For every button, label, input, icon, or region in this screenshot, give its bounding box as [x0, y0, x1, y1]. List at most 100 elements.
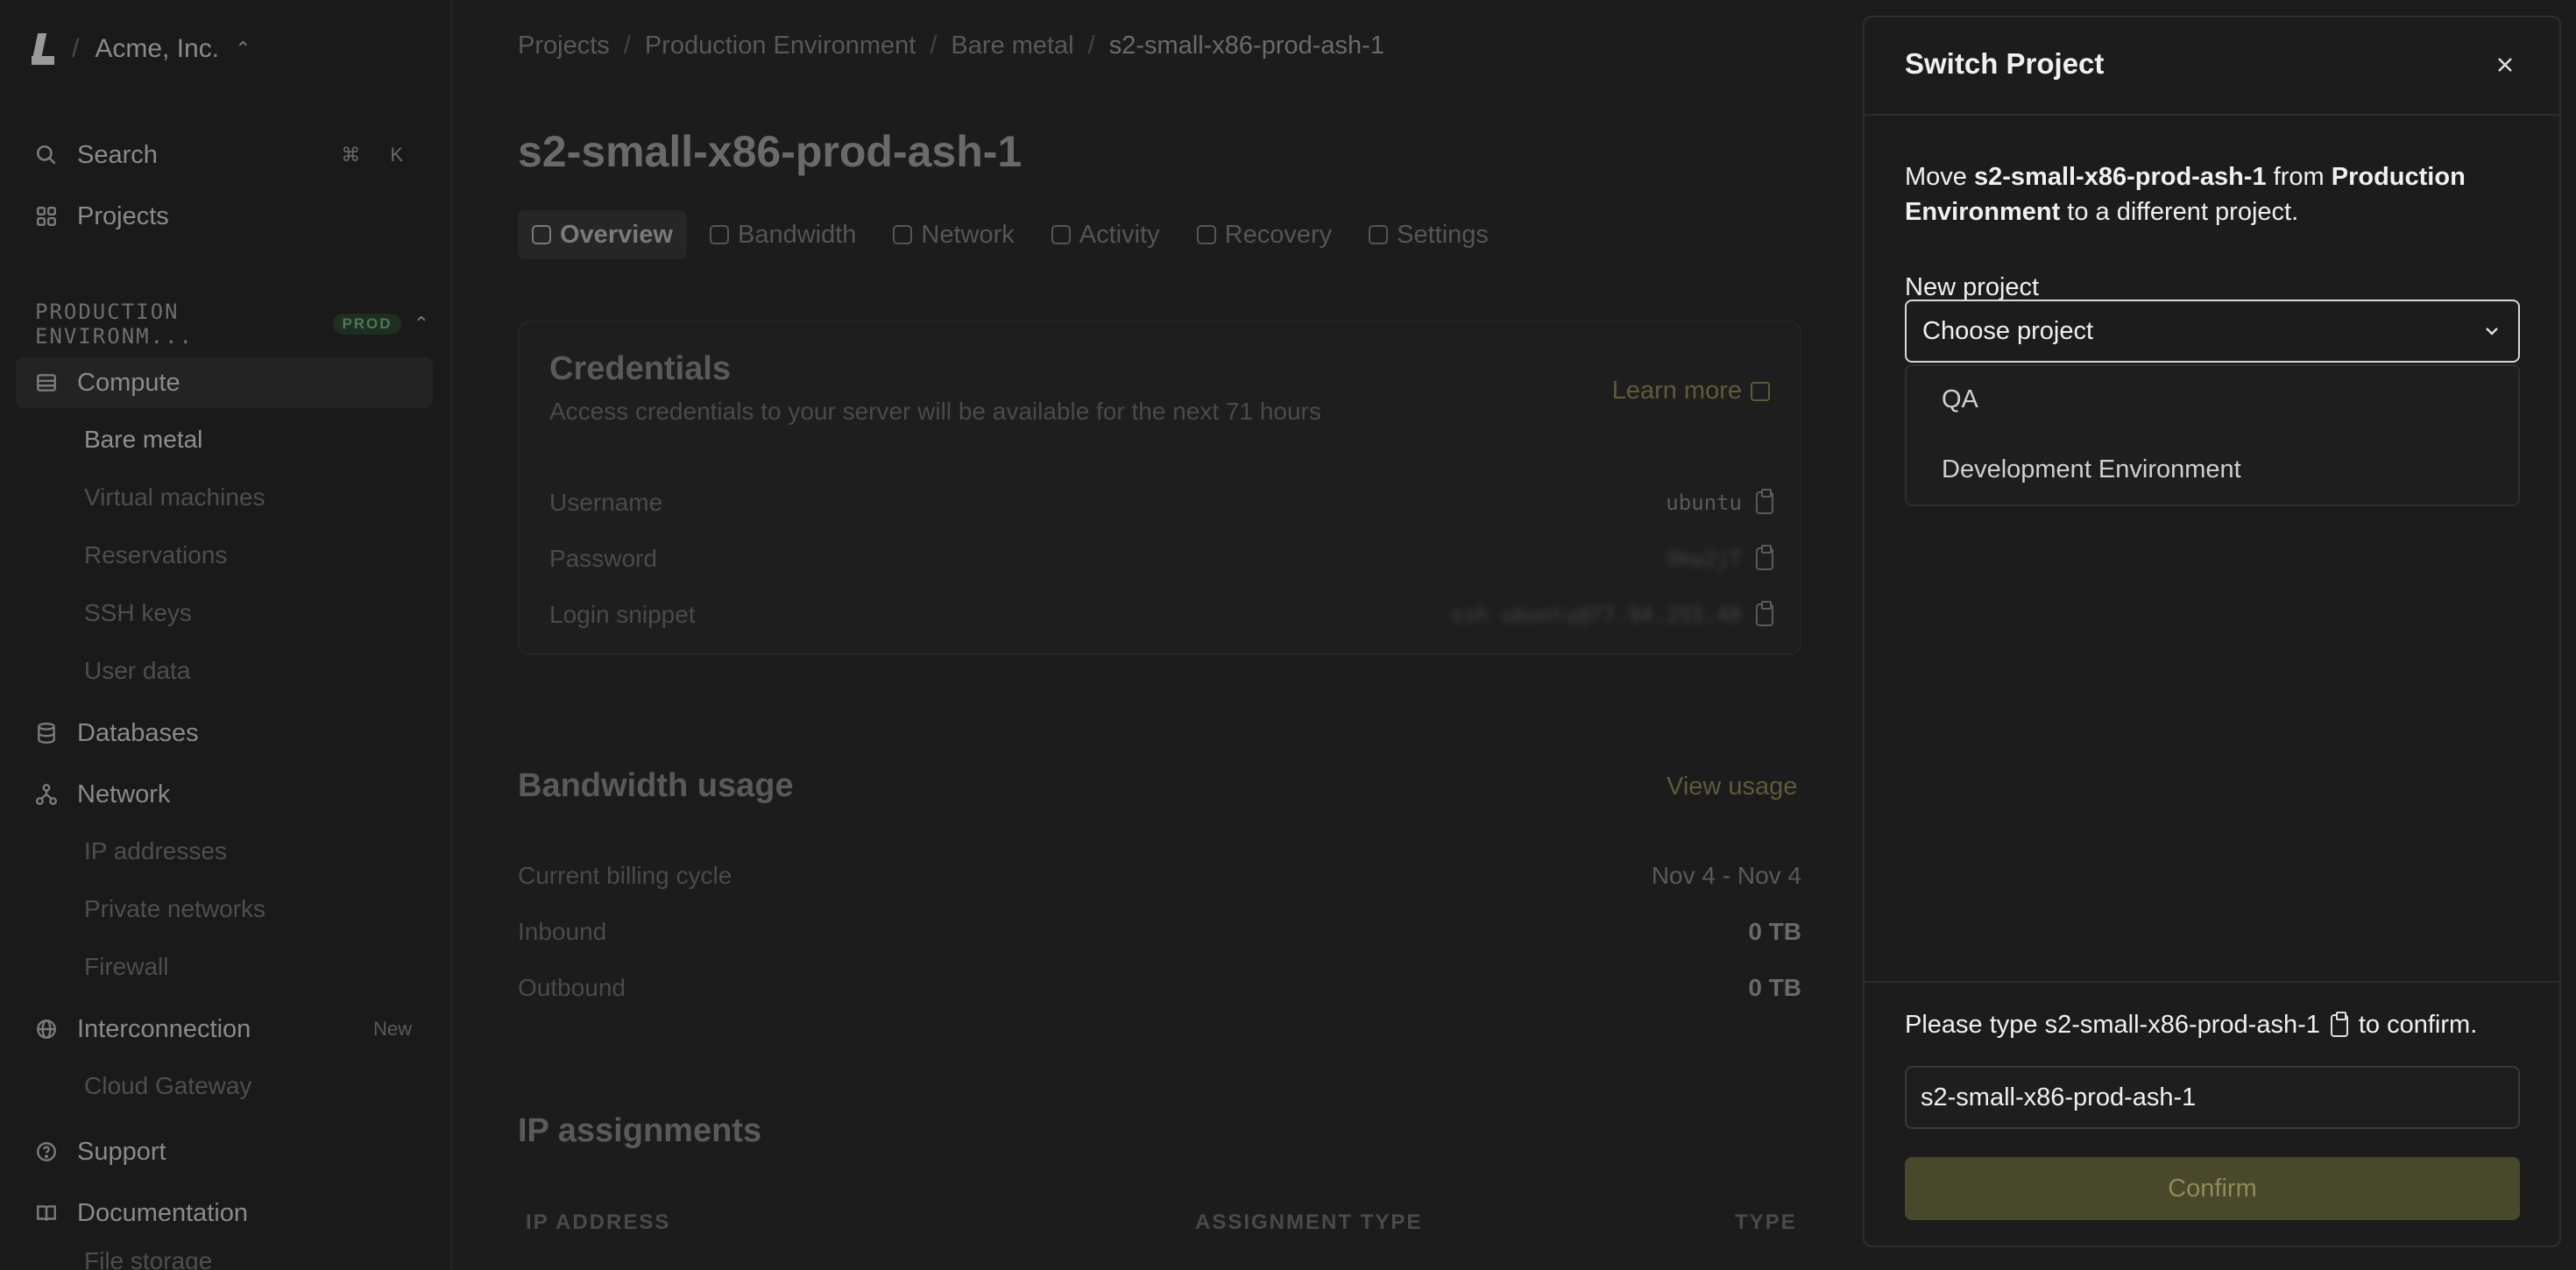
dialog-description: Move s2-small-x86-prod-ash-1 from Produc…: [1905, 159, 2523, 229]
sidebar-item-label: Compute: [77, 368, 180, 397]
sidebar-item-bare-metal[interactable]: Bare metal: [84, 426, 202, 454]
ip-assignments-title: IP assignments: [518, 1112, 762, 1149]
tab-label: Overview: [560, 220, 673, 249]
tab-recovery[interactable]: Recovery: [1183, 210, 1347, 259]
sidebar-item-support[interactable]: Support: [35, 1130, 429, 1174]
column-header-assignment-type: ASSIGNMENT TYPE: [1195, 1210, 1423, 1234]
tab-label: Recovery: [1224, 220, 1333, 249]
credential-row-login-snippet: Login snippet ssh ubuntu@77.94.255.48: [549, 597, 1773, 632]
sidebar-item-interconnection[interactable]: Interconnection New: [35, 1007, 429, 1051]
sidebar-item-virtual-machines[interactable]: Virtual machines: [84, 483, 265, 512]
sidebar-item-label: Interconnection: [77, 1014, 251, 1043]
breadcrumb-bare-metal[interactable]: Bare metal: [951, 32, 1073, 60]
select-value: Choose project: [1922, 316, 2094, 345]
tab-bandwidth[interactable]: Bandwidth: [696, 210, 870, 259]
option-qa[interactable]: QA: [1942, 385, 1978, 414]
sidebar-item-file-storage[interactable]: File storage: [84, 1247, 212, 1270]
bandwidth-label: Outbound: [518, 974, 626, 1001]
cloud-icon: [709, 225, 729, 244]
search-icon: [35, 144, 58, 166]
clipboard-icon[interactable]: [1756, 545, 1773, 570]
activity-icon: [1051, 225, 1071, 244]
tab-label: Activity: [1079, 220, 1160, 249]
sidebar-item-label: Search: [77, 140, 158, 169]
network-icon: [35, 783, 58, 806]
credentials-description: Access credentials to your server will b…: [549, 398, 1321, 425]
database-icon: [35, 722, 58, 744]
new-badge: New: [372, 1018, 412, 1040]
grid-icon: [35, 205, 58, 228]
sidebar-item-search[interactable]: Search ⌘ K: [35, 133, 429, 177]
bandwidth-value: 0 TB: [1748, 918, 1801, 945]
breadcrumb-project[interactable]: Production Environment: [645, 32, 916, 60]
tab-label: Network: [921, 220, 1015, 249]
credential-value: ubuntu: [1666, 490, 1742, 515]
tab-network[interactable]: Network: [879, 210, 1028, 259]
search-shortcut: ⌘ K: [341, 144, 415, 166]
tab-settings[interactable]: Settings: [1355, 210, 1503, 259]
sidebar: / Acme, Inc. ⌃ Search ⌘ K Projects PRODU…: [0, 0, 452, 1270]
org-switcher[interactable]: / Acme, Inc. ⌃: [30, 30, 251, 68]
confirm-button[interactable]: Confirm: [1905, 1157, 2520, 1220]
tab-label: Bandwidth: [737, 220, 857, 249]
sidebar-item-documentation[interactable]: Documentation: [35, 1191, 429, 1235]
breadcrumb: Projects / Production Environment / Bare…: [518, 32, 1384, 60]
page-title: s2-small-x86-prod-ash-1: [518, 127, 1023, 176]
new-project-label: New project: [1905, 273, 2040, 301]
sidebar-item-label: Network: [77, 780, 171, 808]
chevron-down-icon: [2486, 328, 2498, 335]
network-icon: [893, 225, 913, 244]
sidebar-item-firewall[interactable]: Firewall: [84, 953, 168, 981]
sidebar-item-user-data[interactable]: User data: [84, 657, 190, 685]
overview-icon: [532, 225, 551, 244]
project-select[interactable]: Choose project: [1905, 300, 2520, 363]
sidebar-item-ip-addresses[interactable]: IP addresses: [84, 837, 227, 865]
view-usage-link[interactable]: View usage: [1667, 773, 1797, 801]
desc-text: to a different project.: [2060, 198, 2299, 226]
server-icon: [35, 371, 58, 394]
credential-value: 9kw2jT: [1666, 547, 1742, 571]
book-icon: [35, 1202, 58, 1224]
org-name: Acme, Inc.: [95, 34, 220, 63]
sidebar-item-projects[interactable]: Projects: [35, 194, 429, 238]
bandwidth-label: Current billing cycle: [518, 862, 732, 889]
logo-icon: [30, 32, 56, 67]
sidebar-item-network[interactable]: Network: [35, 773, 429, 816]
sidebar-item-private-networks[interactable]: Private networks: [84, 895, 265, 923]
column-header-type: TYPE: [1735, 1210, 1797, 1234]
desc-server-name: s2-small-x86-prod-ash-1: [1973, 163, 2267, 191]
option-development-environment[interactable]: Development Environment: [1942, 455, 2241, 484]
credentials-title: Credentials: [549, 350, 731, 387]
tab-activity[interactable]: Activity: [1037, 210, 1174, 259]
clipboard-icon[interactable]: [2330, 1011, 2348, 1037]
clipboard-icon[interactable]: [1756, 489, 1773, 514]
sidebar-item-label: Documentation: [77, 1198, 249, 1227]
confirm-name-input[interactable]: [1905, 1066, 2520, 1129]
sidebar-item-cloud-gateway[interactable]: Cloud Gateway: [84, 1072, 251, 1100]
learn-more-link[interactable]: Learn more: [1612, 377, 1770, 406]
credential-row-username: Username ubuntu: [549, 485, 1773, 520]
tab-overview[interactable]: Overview: [518, 210, 687, 259]
sidebar-item-reservations[interactable]: Reservations: [84, 541, 227, 569]
sidebar-item-compute[interactable]: Compute: [35, 361, 429, 405]
desc-text: Move: [1905, 163, 1974, 191]
credential-label: Password: [549, 545, 657, 572]
clipboard-icon[interactable]: [1756, 601, 1773, 626]
project-section-switcher[interactable]: PRODUCTION ENVIRONM... PROD ⌃: [35, 300, 429, 349]
chevron-updown-icon: ⌃: [235, 38, 251, 60]
lifebuoy-icon: [1196, 225, 1216, 244]
switch-project-dialog: Switch Project Move s2-small-x86-prod-as…: [1863, 16, 2561, 1247]
close-icon: [2498, 58, 2512, 72]
bandwidth-value: 0 TB: [1748, 974, 1801, 1001]
close-button[interactable]: [2491, 51, 2519, 79]
breadcrumb-current: s2-small-x86-prod-ash-1: [1108, 32, 1384, 60]
breadcrumb-projects[interactable]: Projects: [518, 32, 610, 60]
section-title: PRODUCTION ENVIRONM...: [35, 300, 194, 349]
sidebar-item-databases[interactable]: Databases: [35, 711, 429, 755]
prod-badge: PROD: [333, 314, 401, 335]
pencil-icon: [1369, 225, 1389, 244]
confirm-instruction: Please type s2-small-x86-prod-ash-1 to c…: [1905, 1011, 2477, 1040]
project-options-list: QA Development Environment: [1905, 364, 2520, 506]
bandwidth-label: Inbound: [518, 918, 607, 945]
sidebar-item-ssh-keys[interactable]: SSH keys: [84, 599, 192, 627]
